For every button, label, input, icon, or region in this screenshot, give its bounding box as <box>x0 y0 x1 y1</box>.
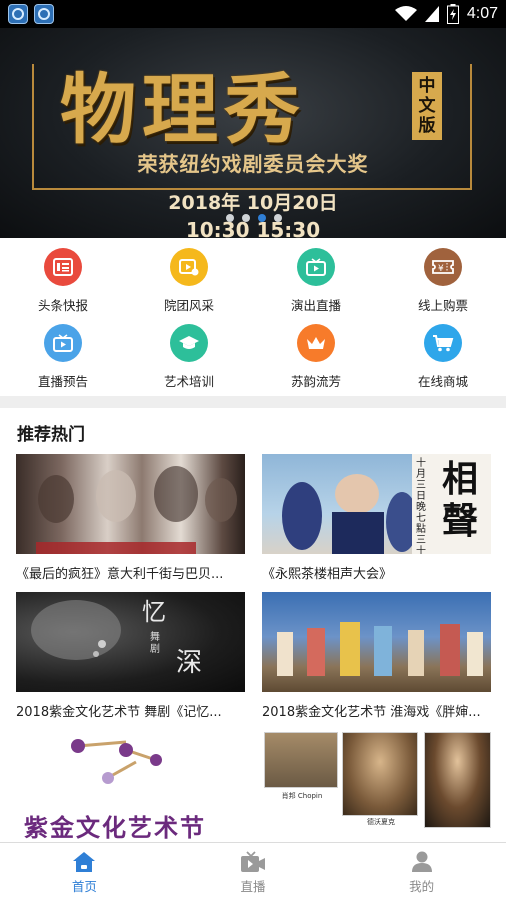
recommend-card[interactable]: 忆 深 舞剧 2018紫金文化艺术节 舞剧《记忆... <box>16 592 245 720</box>
menu-item-label: 院团风采 <box>163 298 214 313</box>
poster-title-text: 深 <box>176 648 203 678</box>
app-notification-icon <box>34 4 54 24</box>
banner-carousel[interactable]: 物理秀 中文版 荣获纽约戏剧委员会大奖 2018年 10月20日 10:30 1… <box>0 28 506 238</box>
card-thumbnail: 紫金文化艺术节 <box>16 728 245 840</box>
nav-tab-live[interactable]: 直播 <box>169 843 338 900</box>
tv-play-icon <box>44 324 82 362</box>
bottom-navigation: 首页 直播 我的 <box>0 842 506 900</box>
card-caption: 2018紫金文化艺术节 淮海戏《胖婶... <box>262 705 481 720</box>
quick-menu-grid: 头条快报 院团风采 演出直播 ¥ 线上购票 直播预告 艺术培训 苏韵流芳 在线商… <box>0 238 506 398</box>
section-divider <box>0 396 506 408</box>
cart-icon <box>424 324 462 362</box>
banner-date: 2018年 10月20日 <box>168 192 338 214</box>
card-thumbnail: 忆 深 舞剧 <box>16 592 245 692</box>
crown-icon <box>297 324 335 362</box>
poster-subtitle-text: 舞剧 <box>150 632 160 655</box>
menu-item-art-training[interactable]: 艺术培训 <box>126 314 252 390</box>
carousel-dot[interactable] <box>226 214 234 222</box>
menu-item-label: 苏韵流芳 <box>290 374 341 389</box>
app-notification-icon <box>8 4 28 24</box>
notification-area <box>8 4 54 24</box>
svg-text:¥: ¥ <box>438 264 444 274</box>
menu-item-label: 在线商城 <box>417 374 468 389</box>
menu-item-online-mall[interactable]: 在线商城 <box>380 314 506 390</box>
battery-charging-icon <box>446 4 459 24</box>
recommend-card[interactable]: 2018紫金文化艺术节 淮海戏《胖婶... <box>262 592 491 720</box>
banner-title: 物理秀 <box>60 65 306 154</box>
banner-badge: 中文版 <box>412 72 442 140</box>
news-icon <box>44 248 82 286</box>
menu-item-live-show[interactable]: 演出直播 <box>253 238 379 314</box>
poster-vertical-text: 十月三日晚七點三十 <box>416 458 426 554</box>
wifi-icon <box>394 6 417 21</box>
card-thumbnail: 肖邦 Chopin 德沃夏克 <box>262 728 491 840</box>
portrait-caption: 德沃夏克 <box>367 818 395 826</box>
card-thumbnail: 十月三日晚七點三十 相聲 <box>262 454 491 554</box>
nav-label: 直播 <box>240 879 266 894</box>
card-thumbnail <box>262 592 491 692</box>
carousel-indicator <box>226 214 282 222</box>
nav-tab-mine[interactable]: 我的 <box>337 843 506 900</box>
banner-subtitle: 荣获纽约戏剧委员会大奖 <box>137 152 369 176</box>
nav-label: 我的 <box>409 879 435 894</box>
menu-item-headline-news[interactable]: 头条快报 <box>0 238 126 314</box>
carousel-dot[interactable] <box>242 214 250 222</box>
recommend-card[interactable]: 肖邦 Chopin 德沃夏克 <box>262 728 491 840</box>
card-thumbnail <box>16 454 245 554</box>
graduation-cap-icon <box>170 324 208 362</box>
video-tag-icon <box>170 248 208 286</box>
section-title-recommended: 推荐热门 <box>17 425 85 445</box>
video-camera-icon <box>241 851 265 872</box>
menu-item-label: 直播预告 <box>37 374 88 389</box>
card-caption: 2018紫金文化艺术节 舞剧《记忆... <box>16 705 222 720</box>
poster-title-text: 相聲 <box>442 458 479 542</box>
menu-item-label: 线上购票 <box>417 298 468 313</box>
menu-item-label: 艺术培训 <box>163 374 214 389</box>
recommend-card[interactable]: 十月三日晚七點三十 相聲 《永熙茶楼相声大会》 <box>262 454 491 582</box>
user-icon <box>411 851 432 872</box>
menu-item-suyun[interactable]: 苏韵流芳 <box>253 314 379 390</box>
card-caption: 《永熙茶楼相声大会》 <box>262 567 393 582</box>
portrait-caption: 肖邦 Chopin <box>281 792 323 800</box>
home-icon <box>73 852 96 872</box>
ticket-icon: ¥ <box>424 248 462 286</box>
menu-item-troupe[interactable]: 院团风采 <box>126 238 252 314</box>
menu-item-label: 头条快报 <box>37 298 88 313</box>
menu-item-live-preview[interactable]: 直播预告 <box>0 314 126 390</box>
carousel-dot-active[interactable] <box>258 214 266 222</box>
status-bar: 4:07 <box>0 0 506 28</box>
menu-item-buy-ticket[interactable]: ¥ 线上购票 <box>380 238 506 314</box>
tv-play-icon <box>297 248 335 286</box>
status-time: 4:07 <box>466 5 498 22</box>
nav-tab-home[interactable]: 首页 <box>0 843 169 900</box>
card-caption: 《最后的疯狂》意大利千街与巴贝... <box>16 567 224 582</box>
nav-label: 首页 <box>71 879 97 894</box>
recommend-card[interactable]: 《最后的疯狂》意大利千街与巴贝... <box>16 454 245 582</box>
poster-title-text: 忆 <box>142 598 166 626</box>
menu-item-label: 演出直播 <box>290 298 341 313</box>
poster-title-text: 紫金文化艺术节 <box>24 814 206 840</box>
recommend-card[interactable]: 紫金文化艺术节 <box>16 728 245 840</box>
carousel-dot[interactable] <box>274 214 282 222</box>
cell-signal-icon <box>424 6 439 22</box>
